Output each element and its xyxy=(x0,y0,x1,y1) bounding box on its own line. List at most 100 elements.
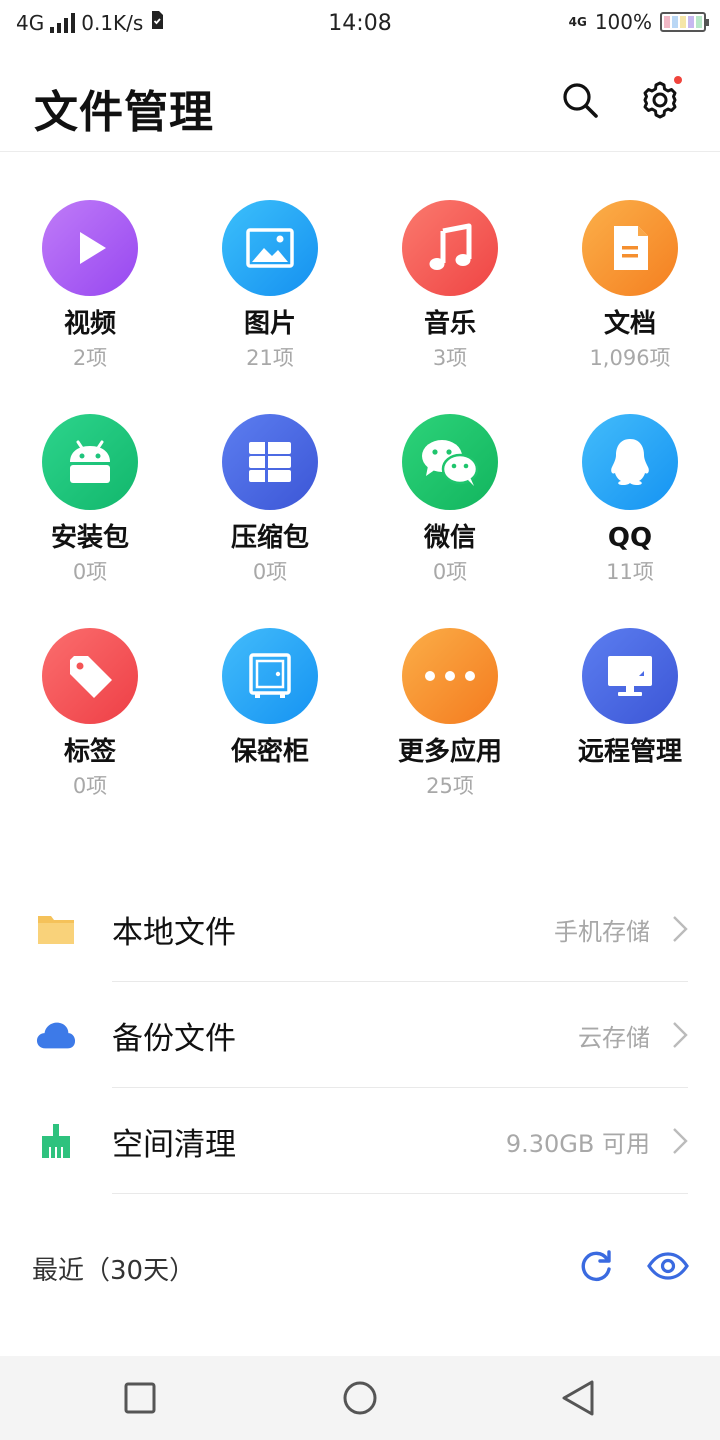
status-bar: 4G 0.1K/s 14:08 4G 100% xyxy=(0,0,720,50)
status-right: 4G 100% xyxy=(568,10,709,34)
category-label: 更多应用 xyxy=(397,737,502,767)
category-icon-bg xyxy=(402,628,498,724)
category-icon-bg xyxy=(582,628,678,724)
row-value: 云存储 xyxy=(578,1023,650,1052)
refresh-button[interactable] xyxy=(578,1248,614,1284)
chevron-right-icon xyxy=(670,1126,690,1156)
category-safe[interactable]: 保密柜 xyxy=(180,628,360,842)
chevron-right-icon xyxy=(670,914,690,944)
monitor-icon xyxy=(608,656,652,696)
category-label: 安装包 xyxy=(50,523,129,553)
recent-title: 最近（30天） xyxy=(32,1256,196,1286)
category-qq[interactable]: QQ 11项 xyxy=(540,414,720,628)
category-icon-bg xyxy=(222,200,318,296)
category-label: 音乐 xyxy=(423,309,476,339)
view-toggle-button[interactable] xyxy=(646,1248,690,1284)
category-archives[interactable]: 压缩包 0项 xyxy=(180,414,360,628)
broom-icon xyxy=(42,1124,70,1158)
category-label: 图片 xyxy=(243,309,296,339)
row-space-cleanup[interactable]: 空间清理 9.30GB 可用 xyxy=(0,1088,720,1194)
category-icon-bg xyxy=(222,628,318,724)
safe-icon xyxy=(249,653,291,698)
category-count: 21项 xyxy=(246,346,294,370)
recent-apps-button[interactable] xyxy=(120,1378,160,1418)
category-label: 压缩包 xyxy=(230,523,309,553)
row-local-files[interactable]: 本地文件 手机存储 xyxy=(0,876,720,982)
android-icon xyxy=(70,440,110,483)
category-label: 保密柜 xyxy=(230,737,309,767)
category-label: 视频 xyxy=(63,309,116,339)
category-icon-bg xyxy=(42,628,138,724)
notification-dot xyxy=(674,76,682,84)
category-label: 微信 xyxy=(423,523,476,553)
category-video[interactable]: 视频 2项 xyxy=(0,200,180,414)
category-count: 11项 xyxy=(606,560,654,584)
row-label: 本地文件 xyxy=(112,914,236,951)
category-tags[interactable]: 标签 0项 xyxy=(0,628,180,842)
row-icon xyxy=(36,909,76,949)
row-label: 备份文件 xyxy=(112,1020,236,1057)
refresh-icon xyxy=(581,1250,611,1282)
play-icon xyxy=(80,232,106,264)
category-icon-bg xyxy=(42,200,138,296)
row-label: 空间清理 xyxy=(112,1126,236,1163)
category-images[interactable]: 图片 21项 xyxy=(180,200,360,414)
category-apk[interactable]: 安装包 0项 xyxy=(0,414,180,628)
divider xyxy=(112,1193,688,1194)
recent-section: 最近（30天） xyxy=(0,1240,720,1296)
category-label: QQ xyxy=(607,523,653,553)
category-music[interactable]: 音乐 3项 xyxy=(360,200,540,414)
category-icon-bg xyxy=(402,200,498,296)
gear-icon xyxy=(643,81,677,119)
wechat-icon xyxy=(422,440,479,486)
row-backup-files[interactable]: 备份文件 云存储 xyxy=(0,982,720,1088)
page-title: 文件管理 xyxy=(34,87,214,138)
archive-icon xyxy=(249,442,291,482)
image-icon xyxy=(246,228,294,268)
row-value: 9.30GB 可用 xyxy=(505,1129,650,1158)
music-note-icon xyxy=(429,223,472,270)
category-count: 25项 xyxy=(426,774,474,798)
category-count: 0项 xyxy=(72,560,108,584)
category-label: 远程管理 xyxy=(577,737,682,767)
category-wechat[interactable]: 微信 0项 xyxy=(360,414,540,628)
triangle-back-icon xyxy=(562,1380,594,1416)
square-icon xyxy=(124,1382,156,1414)
app-header: 文件管理 xyxy=(0,52,720,152)
tag-icon xyxy=(70,656,112,698)
circle-icon xyxy=(343,1381,377,1415)
category-count: 0项 xyxy=(252,560,288,584)
home-button[interactable] xyxy=(340,1378,380,1418)
row-icon xyxy=(36,1015,76,1055)
search-button[interactable] xyxy=(558,78,602,122)
cloud-icon xyxy=(36,1022,76,1049)
row-icon xyxy=(36,1121,76,1161)
category-count: 2项 xyxy=(72,346,108,370)
folder-icon xyxy=(38,916,74,944)
eye-icon xyxy=(647,1252,689,1280)
back-button[interactable] xyxy=(558,1378,598,1418)
category-count: 3项 xyxy=(432,346,468,370)
more-dots-icon xyxy=(425,671,475,681)
qq-penguin-icon xyxy=(611,439,649,485)
settings-button[interactable] xyxy=(638,76,682,122)
document-icon xyxy=(614,226,648,270)
category-documents[interactable]: 文档 1,096项 xyxy=(540,200,720,414)
category-icon-bg xyxy=(402,414,498,510)
system-nav-bar xyxy=(0,1356,720,1440)
category-count: 1,096项 xyxy=(589,346,671,370)
storage-list: 本地文件 手机存储 备份文件 云存储 空间清理 9.30GB 可用 xyxy=(0,876,720,1194)
category-icon-bg xyxy=(222,414,318,510)
category-remote-management[interactable]: 远程管理 xyxy=(540,628,720,842)
category-label: 标签 xyxy=(63,737,116,767)
category-icon-bg xyxy=(582,200,678,296)
category-count: 0项 xyxy=(432,560,468,584)
chevron-right-icon xyxy=(670,1020,690,1050)
battery-icon xyxy=(660,12,709,32)
category-grid: 视频 2项 图片 21项 音乐 3项 文档 1,096项 安装包 0项 压缩包 … xyxy=(0,200,720,842)
category-icon-bg xyxy=(42,414,138,510)
battery-percent: 100% xyxy=(594,10,652,34)
category-more-apps[interactable]: 更多应用 25项 xyxy=(360,628,540,842)
row-value: 手机存储 xyxy=(554,917,650,946)
network-small: 4G xyxy=(568,15,587,29)
